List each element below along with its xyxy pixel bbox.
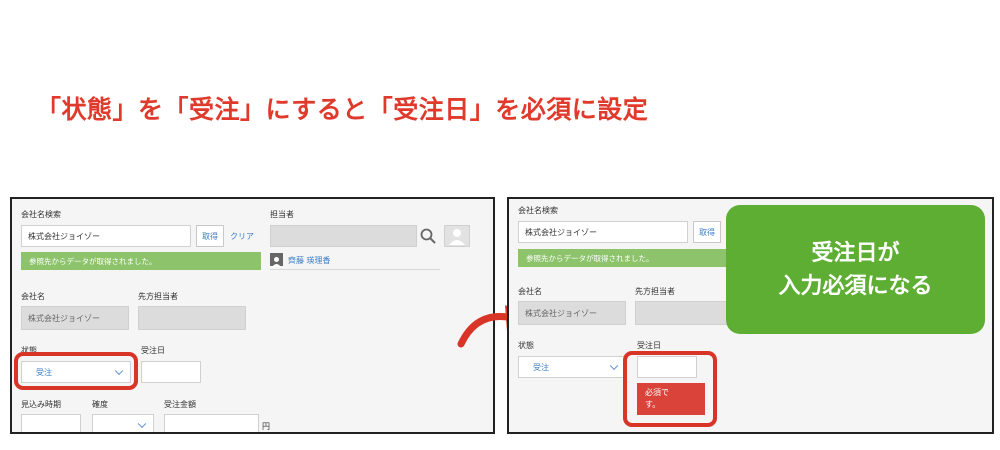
status-label: 状態 xyxy=(518,341,534,350)
callout-line-2: 入力必須になる xyxy=(778,273,933,299)
before-form-panel: 会社名検索 株式会社ジョイゾー 取得 クリア 参照先からデータが取得されました。… xyxy=(10,197,495,434)
result-callout: 受注日が 入力必須になる xyxy=(726,205,985,334)
company-search-label: 会社名検索 xyxy=(518,206,558,215)
fetched-notice: 参照先からデータが取得されました。 xyxy=(21,252,261,270)
user-placeholder-icon[interactable] xyxy=(444,225,470,247)
expected-input[interactable] xyxy=(21,414,81,432)
company-search-input[interactable]: 株式会社ジョイゾー xyxy=(518,221,688,243)
company-name-label: 会社名 xyxy=(518,287,542,296)
owner-input[interactable] xyxy=(270,225,417,247)
order-date-label: 受注日 xyxy=(141,346,165,355)
user-avatar-icon xyxy=(270,253,283,267)
search-icon[interactable] xyxy=(419,227,437,245)
status-select[interactable]: 受注 xyxy=(518,356,626,378)
amount-unit: 円 xyxy=(262,422,270,431)
contact-label: 先方担当者 xyxy=(138,292,178,301)
get-button[interactable]: 取得 xyxy=(693,221,721,243)
headline: 「状態」を「受注」にすると「受注日」を必須に設定 xyxy=(36,95,649,124)
company-name-label: 会社名 xyxy=(21,292,45,301)
fetched-notice: 参照先からデータが取得されました。 xyxy=(518,249,748,267)
status-highlight xyxy=(14,352,138,390)
company-search-label: 会社名検索 xyxy=(21,210,61,219)
company-search-input[interactable]: 株式会社ジョイゾー xyxy=(21,225,191,247)
certainty-select[interactable] xyxy=(92,414,154,432)
company-name-field: 株式会社ジョイゾー xyxy=(518,301,626,325)
callout-line-1: 受注日が xyxy=(811,240,900,266)
chevron-down-icon xyxy=(137,419,147,429)
clear-button[interactable]: クリア xyxy=(226,225,258,247)
order-date-input[interactable] xyxy=(141,361,201,383)
order-date-label: 受注日 xyxy=(637,341,661,350)
status-value: 受注 xyxy=(533,362,549,372)
amount-input[interactable] xyxy=(164,414,259,432)
chevron-down-icon xyxy=(609,361,619,371)
get-button[interactable]: 取得 xyxy=(196,225,224,247)
order-date-highlight xyxy=(623,351,717,427)
owner-label: 担当者 xyxy=(270,210,294,219)
owner-divider xyxy=(270,269,440,270)
owner-name[interactable]: 齊藤 瑛理香 xyxy=(288,255,331,266)
expected-label: 見込み時期 xyxy=(21,400,61,409)
amount-label: 受注金額 xyxy=(164,400,196,409)
contact-field xyxy=(138,306,246,330)
company-name-field: 株式会社ジョイゾー xyxy=(21,306,129,330)
certainty-label: 確度 xyxy=(92,400,108,409)
contact-label: 先方担当者 xyxy=(635,287,675,296)
